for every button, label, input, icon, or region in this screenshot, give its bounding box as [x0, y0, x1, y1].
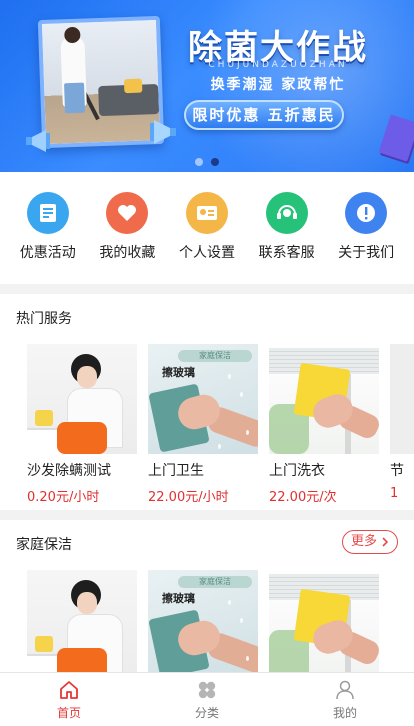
service-card[interactable]: [269, 570, 379, 672]
quick-links: 优惠活动 我的收藏 个人设置 联系客服 关于我们: [0, 172, 414, 284]
service-thumbnail: 家庭保洁 擦玻璃: [148, 570, 258, 672]
thumb-label: 擦玻璃: [162, 366, 195, 379]
quick-link-about[interactable]: 关于我们: [326, 192, 406, 284]
headset-icon: [265, 192, 308, 234]
quick-link-settings[interactable]: 个人设置: [167, 192, 247, 284]
bottom-tab-bar: 首页 分类 我的: [0, 672, 414, 726]
hot-services-list: 沙发除螨测试 0.20元/小时 家庭保洁 擦玻璃 上门卫生 22.00元/小时 …: [27, 344, 414, 505]
service-thumbnail: [269, 344, 379, 454]
service-name: 上门洗衣: [269, 463, 325, 479]
service-thumbnail: [390, 344, 414, 454]
tab-label: 分类: [194, 705, 219, 720]
service-thumbnail: [269, 570, 379, 672]
carousel-dots[interactable]: [195, 158, 219, 166]
more-button[interactable]: 更多: [341, 530, 398, 554]
home-icon: [60, 680, 78, 699]
more-button-label: 更多: [350, 534, 377, 549]
page: 除菌大作战 CHUJUNDAZUOZHAN 换季潮湿 家政帮忙 限时优惠 五折惠…: [0, 0, 414, 726]
home-cleaning-list: 家庭保洁 擦玻璃: [27, 570, 379, 672]
service-name: 节: [390, 463, 404, 479]
service-card[interactable]: 沙发除螨测试 0.20元/小时: [27, 344, 137, 505]
home-cleaning-section: 家庭保洁 更多 家庭保洁 擦玻璃: [0, 520, 414, 672]
banner-promo-pill: 限时优惠 五折惠民: [184, 100, 344, 130]
quick-link-label: 个人设置: [178, 245, 235, 261]
service-card[interactable]: 家庭保洁 擦玻璃: [148, 570, 258, 672]
service-thumbnail: [27, 570, 137, 672]
quick-link-customer-service[interactable]: 联系客服: [247, 192, 327, 284]
service-price: 22.00元/小时: [148, 490, 229, 505]
quick-link-label: 联系客服: [258, 245, 315, 261]
service-price: 1: [390, 486, 399, 501]
service-card[interactable]: 家庭保洁 擦玻璃 上门卫生 22.00元/小时: [148, 344, 258, 505]
section-title: 家庭保洁: [16, 537, 72, 553]
service-card[interactable]: [27, 570, 137, 672]
service-name: 沙发除螨测试: [27, 463, 111, 479]
tab-home[interactable]: 首页: [0, 673, 138, 726]
service-name: 上门卫生: [148, 463, 204, 479]
carousel-dot-active[interactable]: [211, 158, 219, 166]
thumb-badge: 家庭保洁: [178, 576, 252, 588]
hot-services-section: 热门服务 沙发除螨测试 0.20元/小时 家庭保洁 擦玻璃 上门卫生 22.00…: [0, 294, 414, 510]
coupon-icon: [26, 192, 69, 234]
profile-card-icon: [185, 192, 228, 234]
service-thumbnail: [27, 344, 137, 454]
tab-category[interactable]: 分类: [138, 673, 276, 726]
service-card[interactable]: 节 1: [390, 344, 414, 505]
section-title: 热门服务: [16, 311, 72, 327]
megaphone-icon: [26, 130, 50, 152]
thumb-badge: 家庭保洁: [178, 350, 252, 362]
tab-mine[interactable]: 我的: [276, 673, 414, 726]
quick-link-favorites[interactable]: 我的收藏: [88, 192, 168, 284]
quick-link-label: 优惠活动: [19, 245, 76, 261]
chevron-right-icon: [382, 537, 389, 547]
tab-label: 首页: [56, 705, 81, 720]
service-thumbnail: 家庭保洁 擦玻璃: [148, 344, 258, 454]
category-icon: [198, 681, 216, 698]
info-icon: [345, 192, 388, 234]
thumb-label: 擦玻璃: [162, 592, 195, 605]
service-price: 0.20元/小时: [27, 490, 100, 505]
banner-tagline: 换季潮湿 家政帮忙: [210, 77, 346, 93]
megaphone-icon: [150, 120, 176, 144]
quick-link-promotions[interactable]: 优惠活动: [8, 192, 88, 284]
quick-link-label: 关于我们: [338, 245, 395, 261]
service-card[interactable]: 上门洗衣 22.00元/次: [269, 344, 379, 505]
user-icon: [336, 680, 354, 699]
carousel-dot[interactable]: [195, 158, 203, 166]
banner-pinyin: CHUJUNDAZUOZHAN: [208, 60, 348, 70]
quick-link-label: 我的收藏: [99, 245, 156, 261]
heart-icon: [106, 192, 149, 234]
tab-label: 我的: [332, 705, 357, 720]
promo-banner[interactable]: 除菌大作战 CHUJUNDAZUOZHAN 换季潮湿 家政帮忙 限时优惠 五折惠…: [0, 0, 414, 172]
service-price: 22.00元/次: [269, 490, 337, 505]
